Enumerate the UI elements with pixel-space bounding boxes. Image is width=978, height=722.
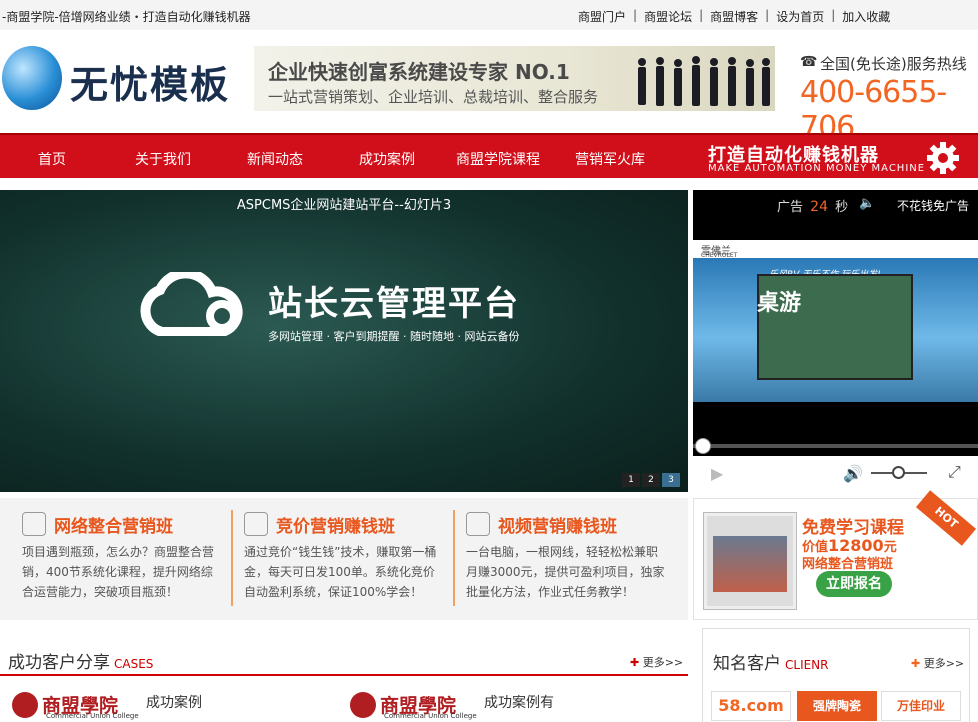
course-desc: 一台电脑，一根网线，轻轻松松兼职月赚3000元，提供可盈利项目，独家批量化方法，… [466, 545, 665, 599]
course-card[interactable]: 视频营销赚钱班 一台电脑，一根网线，轻轻松松兼职月赚3000元，提供可盈利项目，… [444, 498, 666, 620]
video-icon [466, 512, 490, 536]
link-set-home[interactable]: 设为首页 [776, 8, 824, 25]
case-logo-en: Commercial Union College [384, 712, 477, 720]
tv-screen [704, 513, 796, 609]
gear-icon [927, 142, 959, 174]
top-links: 商盟门户 | 商盟论坛 | 商盟博客 | 设为首页 | 加入收藏 [578, 8, 891, 25]
video-ad: 广告 24 秒 🔈 不花钱免广告 雪佛兰 CHEVROLET 乐风RV 无乐不作… [693, 190, 978, 492]
school-seal-icon [12, 692, 38, 718]
client-logo-wanjia[interactable]: 万佳印业 [881, 691, 961, 721]
client-logo-58[interactable]: 58.com [711, 691, 791, 721]
slide-pagination: 1 2 3 [622, 473, 680, 487]
clients-title: 知名客户 CLIENR [713, 654, 829, 674]
slide-dot-1[interactable]: 1 [622, 473, 640, 487]
slide-dot-2[interactable]: 2 [642, 473, 660, 487]
course-title[interactable]: 视频营销赚钱班 [498, 512, 617, 537]
course-card[interactable]: 竞价营销赚钱班 通过竞价“钱生钱”技术，赚取第一桶金，每天可日发100单。系统化… [222, 498, 444, 620]
ad-countdown: 24 [810, 199, 828, 215]
link-portal[interactable]: 商盟门户 [578, 8, 626, 25]
video-progress-bar[interactable] [693, 438, 978, 454]
case-logo-en: Commercial Union College [46, 712, 139, 720]
video-controls: ▶ 🔊 ⤢ [693, 456, 978, 492]
case-label[interactable]: 成功案例有 [484, 692, 554, 712]
speaker-icon[interactable]: 🔈 [859, 196, 875, 211]
cases-more-link[interactable]: ✚ 更多>> [630, 654, 683, 670]
hot-badge: HOT [915, 490, 977, 546]
nav-news[interactable]: 新闻动态 [247, 149, 303, 169]
link-blog[interactable]: 商盟博客 [710, 8, 758, 25]
globe-logo-icon[interactable] [2, 46, 62, 110]
slide-dot-3[interactable]: 3 [662, 473, 680, 487]
business-people-icon [638, 56, 770, 106]
school-seal-icon [350, 692, 376, 718]
top-bar: -商盟学院-倍增网络业绩・打造自动化赚钱机器 商盟门户 | 商盟论坛 | 商盟博客 |… [0, 0, 978, 30]
volume-icon[interactable]: 🔊 [843, 464, 863, 483]
ad-top-bar: 广告 24 秒 🔈 不花钱免广告 [693, 190, 978, 218]
main-nav: 首页 关于我们 新闻动态 成功案例 商盟学院课程 营销军火库 打造自动化赚钱机器… [0, 133, 978, 178]
site-slogan: -商盟学院-倍增网络业绩・打造自动化赚钱机器 [2, 10, 251, 24]
nav-arsenal[interactable]: 营销军火库 [575, 149, 645, 169]
signup-button[interactable]: 立即报名 [816, 571, 892, 597]
banner-title: 企业快速创富系统建设专家 NO.1 [268, 60, 570, 84]
volume-handle[interactable] [892, 466, 905, 479]
course-title[interactable]: 竞价营销赚钱班 [276, 512, 395, 537]
course-card[interactable]: 网络整合营销班 项目遇到瓶颈，怎么办？商盟整合营销，400节系统化课程，提升网络… [0, 498, 222, 620]
tv-screen-content [713, 536, 787, 592]
header-banner: 企业快速创富系统建设专家 NO.1 一站式营销策划、企业培训、总裁培训、整合服务 [254, 46, 775, 111]
link-forum[interactable]: 商盟论坛 [644, 8, 692, 25]
ad-brand-en: CHEVROLET [701, 252, 738, 259]
progress-handle[interactable] [695, 438, 711, 454]
cases-section: 成功客户分享 CASES ✚ 更多>> 商盟學院 Commercial Union… [0, 636, 688, 722]
hotline-label: 全国(免长途)服务热线 [820, 55, 967, 73]
clients-more-link[interactable]: ✚ 更多>> [911, 655, 964, 671]
free-course-banner[interactable]: 免费学习课程 价值12800元 网络整合营销班 立即报名 HOT [693, 490, 978, 620]
cases-divider [0, 674, 688, 676]
phone-icon: ☎ [800, 54, 818, 70]
link-add-favorite[interactable]: 加入收藏 [842, 8, 890, 25]
nav-home[interactable]: 首页 [38, 149, 66, 169]
client-logo-qiangpai[interactable]: 强牌陶瓷 [797, 691, 877, 721]
ad-label: 广告 24 秒 [777, 199, 849, 215]
fullscreen-icon[interactable]: ⤢ [948, 462, 961, 482]
case-label[interactable]: 成功案例 [146, 692, 202, 712]
ad-video[interactable]: 雪佛兰 CHEVROLET 乐风RV 无乐不作 玩乐出发! [693, 240, 978, 402]
free-course-title: 免费学习课程 [802, 518, 904, 538]
banner-subtitle: 一站式营销策划、企业培训、总裁培训、整合服务 [268, 88, 599, 106]
course-title[interactable]: 网络整合营销班 [54, 512, 173, 537]
nav-promo-subtitle: MAKE AUTOMATION MONEY MACHINE [708, 163, 926, 174]
ad-video-text: 桌游 [757, 291, 802, 316]
nav-cases[interactable]: 成功案例 [359, 149, 415, 169]
free-course-name: 网络整合营销班 [802, 557, 894, 572]
clients-section: 知名客户 CLIENR ✚ 更多>> 58.com 强牌陶瓷 万佳印业 [702, 628, 970, 722]
cloud-icon [140, 272, 243, 336]
course-desc: 项目遇到瓶颈，怎么办？商盟整合营销，400节系统化课程，提升网络综合运营能力，突… [22, 545, 215, 599]
platform-title: 站长云管理平台 [268, 284, 520, 324]
main-slider[interactable]: ASPCMS企业网站建站平台--幻灯片3 站长云管理平台 多网站管理 · 客户到… [0, 190, 688, 492]
course-strip: 网络整合营销班 项目遇到瓶颈，怎么办？商盟整合营销，400节系统化课程，提升网络… [0, 498, 688, 620]
nav-about[interactable]: 关于我们 [135, 149, 191, 169]
slide-caption[interactable]: ASPCMS企业网站建站平台--幻灯片3 [0, 194, 688, 213]
ad-free-link[interactable]: 不花钱免广告 [897, 197, 969, 214]
platform-subtitle: 多网站管理 · 客户到期提醒 · 随时随地 · 网站云备份 [268, 330, 520, 343]
nav-courses[interactable]: 商盟学院课程 [456, 149, 540, 169]
globe-icon [22, 512, 46, 536]
site-logo-text[interactable]: 无忧模板 [70, 54, 230, 109]
cases-title: 成功客户分享 CASES [8, 653, 154, 673]
magnifier-icon [244, 512, 268, 536]
play-icon[interactable]: ▶ [711, 464, 723, 483]
course-desc: 通过竞价“钱生钱”技术，赚取第一桶金，每天可日发100单。系统化竞价自动盈利系统… [244, 545, 437, 599]
